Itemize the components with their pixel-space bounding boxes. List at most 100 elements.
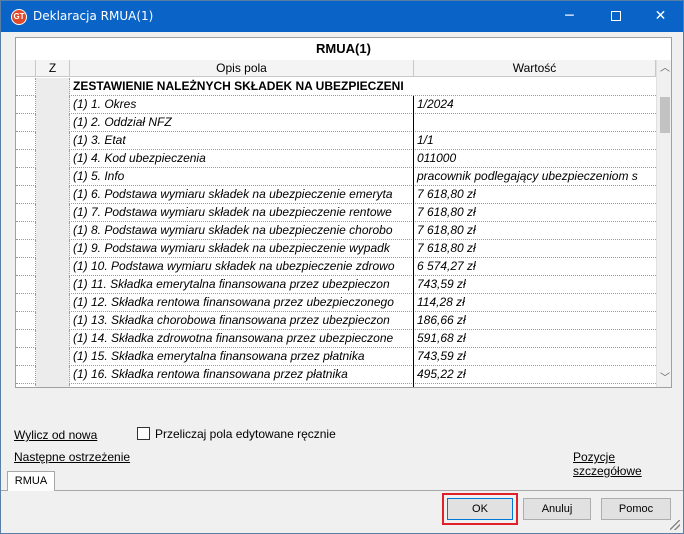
- row-selector[interactable]: [16, 330, 36, 348]
- scroll-up-icon[interactable]: ︿: [657, 60, 671, 77]
- table-row[interactable]: (1) 13. Składka chorobowa finansowana pr…: [16, 312, 656, 330]
- row-description-cell: (1) 1. Okres: [70, 96, 414, 114]
- row-selector[interactable]: [16, 384, 36, 387]
- column-header-z[interactable]: Z: [36, 60, 70, 77]
- row-value-cell[interactable]: 7 618,80 zł: [414, 204, 656, 222]
- close-icon: ✕: [654, 8, 667, 24]
- row-description-cell: (1) 7. Podstawa wymiaru składek na ubezp…: [70, 204, 414, 222]
- row-selector[interactable]: [16, 312, 36, 330]
- row-value-cell[interactable]: 591,68 zł: [414, 330, 656, 348]
- row-selector[interactable]: [16, 204, 36, 222]
- ok-button[interactable]: OK: [447, 498, 513, 520]
- scroll-down-icon[interactable]: ﹀: [657, 370, 671, 387]
- row-value-cell[interactable]: 7 618,80 zł: [414, 222, 656, 240]
- detail-items-link[interactable]: Pozycje szczegółowe: [573, 450, 683, 478]
- row-value-cell[interactable]: 743,59 zł: [414, 348, 656, 366]
- row-z-cell: [36, 204, 70, 222]
- table-row[interactable]: (1) 7. Podstawa wymiaru składek na ubezp…: [16, 204, 656, 222]
- row-value-cell[interactable]: 7 618,80 zł: [414, 186, 656, 204]
- tab-rmua[interactable]: RMUA: [7, 471, 55, 491]
- app-logo-icon: GT: [11, 9, 27, 25]
- minimize-button[interactable]: ─: [547, 1, 592, 32]
- close-button[interactable]: ✕: [638, 1, 683, 32]
- table-row[interactable]: (1) 16. Składka rentowa finansowana prze…: [16, 366, 656, 384]
- table-row[interactable]: (1) 4. Kod ubezpieczenia 011000: [16, 150, 656, 168]
- row-description-cell: (1) 15. Składka emerytalna finansowana p…: [70, 348, 414, 366]
- table-row[interactable]: (1) 8. Podstawa wymiaru składek na ubezp…: [16, 222, 656, 240]
- help-button[interactable]: Pomoc: [601, 498, 671, 520]
- row-value-cell[interactable]: 1/1: [414, 132, 656, 150]
- row-z-cell: [36, 312, 70, 330]
- title-bar[interactable]: GT Deklaracja RMUA(1) ─ ✕: [1, 1, 683, 32]
- row-selector[interactable]: [16, 258, 36, 276]
- table-row[interactable]: (1) 1. Okres 1/2024: [16, 96, 656, 114]
- vertical-scrollbar[interactable]: ︿ ﹀: [656, 60, 671, 387]
- row-value-cell[interactable]: [414, 114, 656, 132]
- row-value-cell[interactable]: 7 618,80 zł: [414, 240, 656, 258]
- row-selector[interactable]: [16, 96, 36, 114]
- row-description-cell: (1) 8. Podstawa wymiaru składek na ubezp…: [70, 222, 414, 240]
- row-description-cell: (1) 11. Składka emerytalna finansowana p…: [70, 276, 414, 294]
- table-row[interactable]: (1) 11. Składka emerytalna finansowana p…: [16, 276, 656, 294]
- table-row[interactable]: (1) 5. Info pracownik podlegający ubezpie…: [16, 168, 656, 186]
- next-warning-link[interactable]: Następne ostrzeżenie: [14, 450, 130, 464]
- row-value-cell[interactable]: 186,66 zł: [414, 312, 656, 330]
- row-z-cell: [36, 132, 70, 150]
- row-value-cell[interactable]: 743,59 zł: [414, 276, 656, 294]
- table-row[interactable]: (1) 9. Podstawa wymiaru składek na ubezp…: [16, 240, 656, 258]
- row-z-cell: [36, 240, 70, 258]
- recalculate-edited-label[interactable]: Przeliczaj pola edytowane ręcznie: [155, 427, 336, 441]
- cancel-button[interactable]: Anuluj: [523, 498, 591, 520]
- row-selector[interactable]: [16, 366, 36, 384]
- row-z-cell: [36, 150, 70, 168]
- row-z-cell: [36, 294, 70, 312]
- scroll-thumb[interactable]: [660, 97, 670, 133]
- table-row[interactable]: (1) 10. Podstawa wymiaru składek na ubez…: [16, 258, 656, 276]
- table-row[interactable]: (1) 2. Oddział NFZ: [16, 114, 656, 132]
- recalculate-link[interactable]: Wylicz od nowa: [14, 428, 97, 442]
- row-value-cell[interactable]: 495,22 zł: [414, 366, 656, 384]
- section-header-row[interactable]: ZESTAWIENIE NALEŻNYCH SKŁADEK NA UBEZPIE…: [16, 78, 656, 96]
- row-selector[interactable]: [16, 168, 36, 186]
- window-title: Deklaracja RMUA(1): [33, 9, 154, 23]
- row-selector[interactable]: [16, 222, 36, 240]
- table-row[interactable]: (1) 3. Etat 1/1: [16, 132, 656, 150]
- row-description-cell: (1) 5. Info: [70, 168, 414, 186]
- table-row[interactable]: (1) 14. Składka zdrowotna finansowana pr…: [16, 330, 656, 348]
- maximize-button[interactable]: [593, 1, 638, 32]
- row-z-cell: [36, 276, 70, 294]
- row-description-cell: (1) 2. Oddział NFZ: [70, 114, 414, 132]
- column-header-value[interactable]: Wartość: [414, 60, 656, 77]
- table-row[interactable]: (1) 12. Składka rentowa finansowana prze…: [16, 294, 656, 312]
- row-value-cell[interactable]: 011000: [414, 150, 656, 168]
- row-selector[interactable]: [16, 348, 36, 366]
- row-value-cell[interactable]: 6 574,27 zł: [414, 258, 656, 276]
- column-header-description[interactable]: Opis pola: [70, 60, 414, 77]
- resize-grip-icon[interactable]: [670, 520, 680, 530]
- row-z-cell: [36, 348, 70, 366]
- row-z-cell: [36, 222, 70, 240]
- row-z-cell: [36, 114, 70, 132]
- row-selector[interactable]: [16, 276, 36, 294]
- row-selector[interactable]: [16, 150, 36, 168]
- row-description-cell: (1) 17. Składka wypadkowa finansowana pr…: [70, 384, 414, 387]
- row-value-cell[interactable]: 127,23 zł: [414, 384, 656, 387]
- row-selector[interactable]: [16, 294, 36, 312]
- row-selector[interactable]: [16, 132, 36, 150]
- row-z-cell: [36, 96, 70, 114]
- table-row[interactable]: (1) 17. Składka wypadkowa finansowana pr…: [16, 384, 656, 387]
- table-row[interactable]: (1) 6. Podstawa wymiaru składek na ubezp…: [16, 186, 656, 204]
- table-row[interactable]: (1) 15. Składka emerytalna finansowana p…: [16, 348, 656, 366]
- row-z-cell: [36, 330, 70, 348]
- row-description-cell: (1) 12. Składka rentowa finansowana prze…: [70, 294, 414, 312]
- row-z-cell: [36, 384, 70, 387]
- row-value-cell[interactable]: 1/2024: [414, 96, 656, 114]
- row-z-cell: [36, 78, 70, 96]
- row-value-cell[interactable]: 114,28 zł: [414, 294, 656, 312]
- row-selector[interactable]: [16, 78, 36, 96]
- row-selector[interactable]: [16, 240, 36, 258]
- recalculate-edited-checkbox[interactable]: [137, 427, 150, 440]
- row-selector[interactable]: [16, 186, 36, 204]
- row-selector[interactable]: [16, 114, 36, 132]
- row-value-cell[interactable]: pracownik podlegający ubezpieczeniom s: [414, 168, 656, 186]
